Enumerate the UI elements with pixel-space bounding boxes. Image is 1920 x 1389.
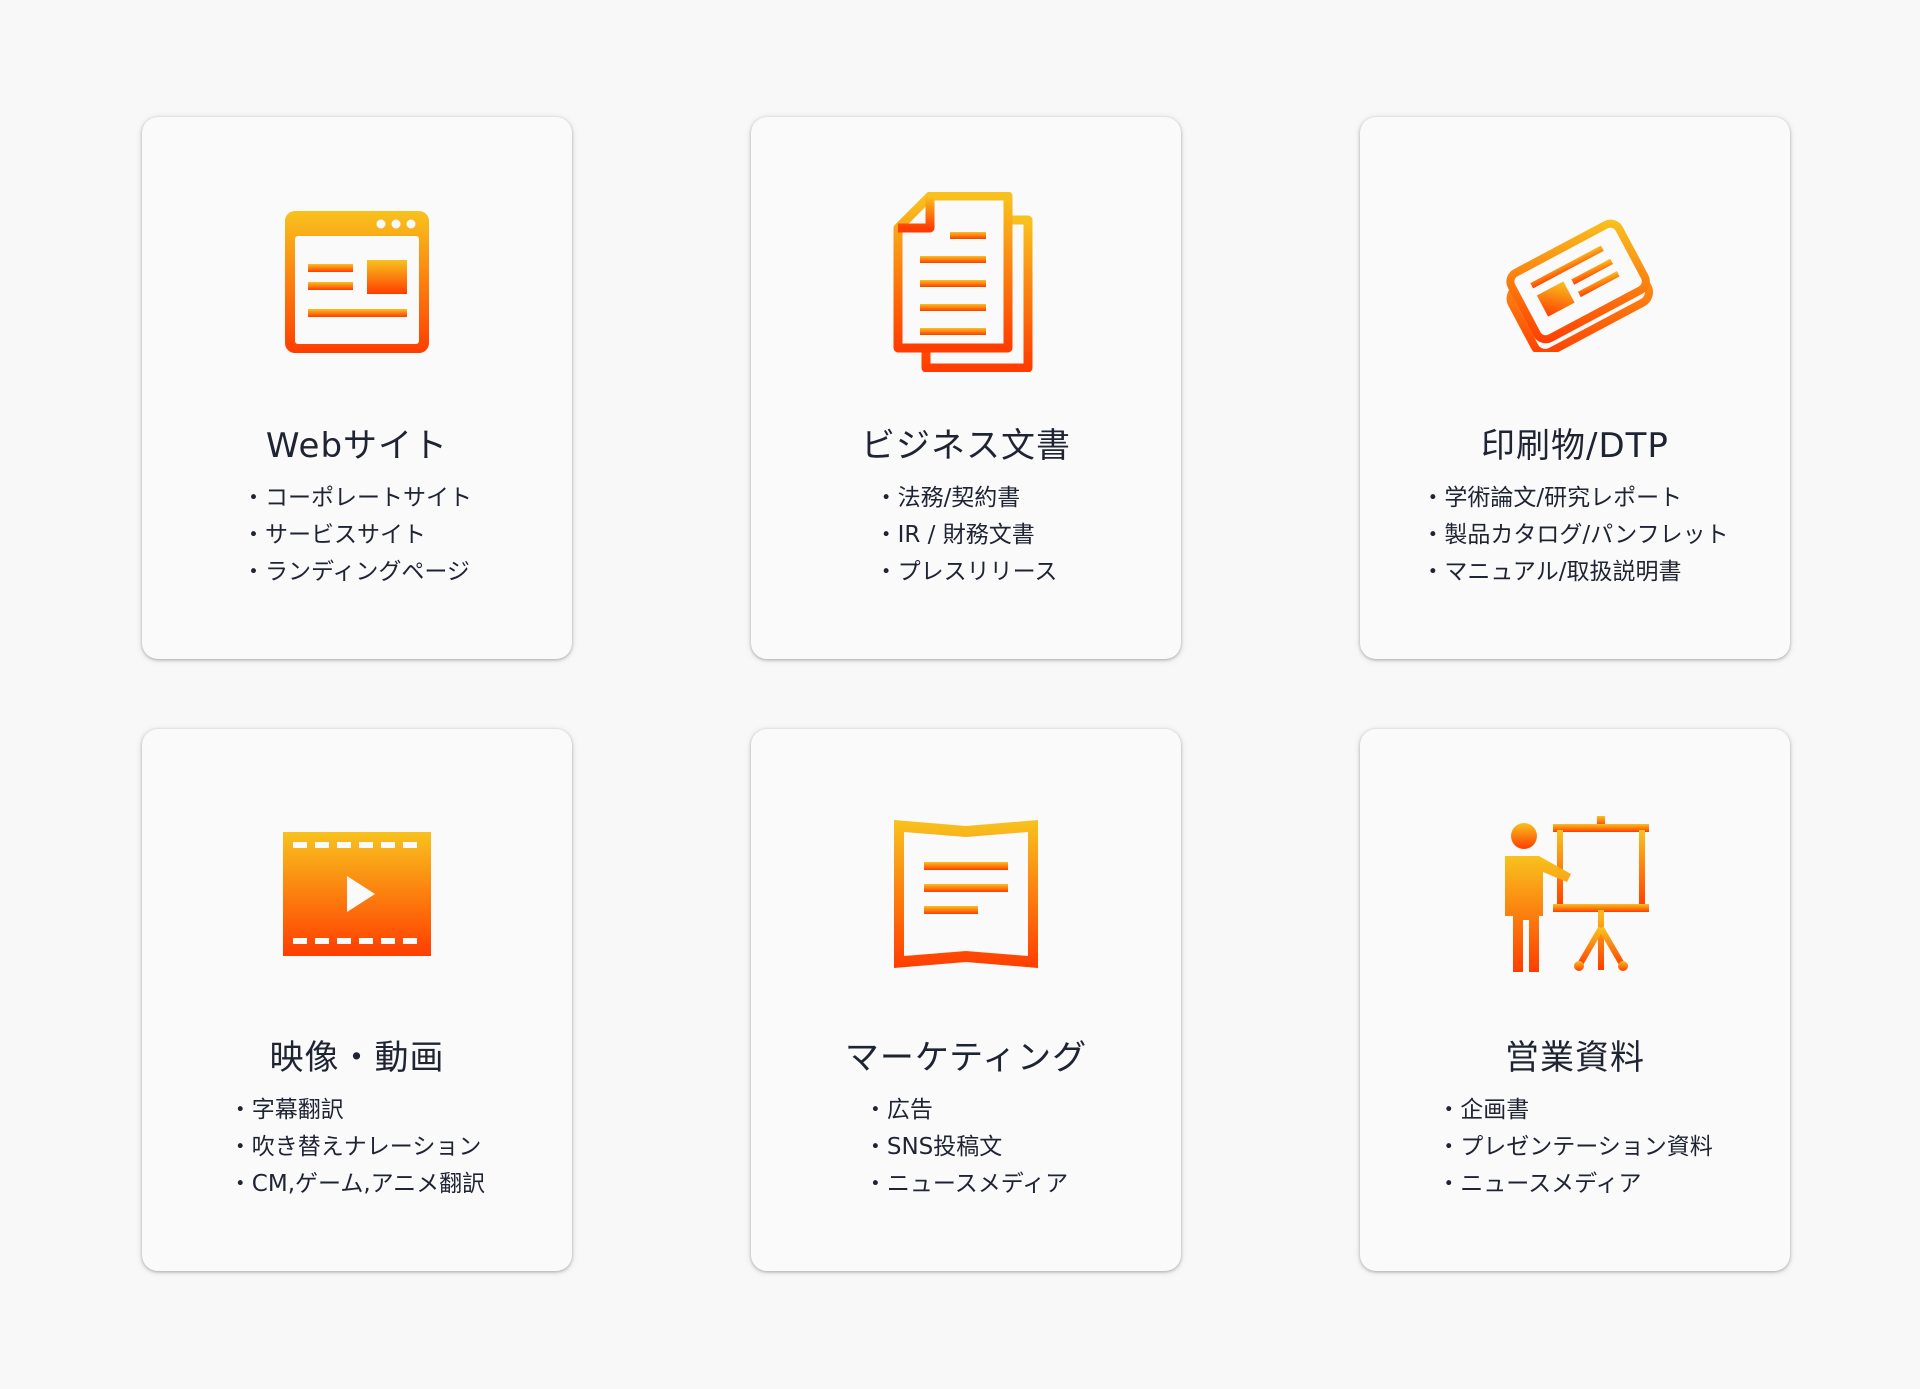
- web-browser-icon: [285, 211, 429, 353]
- video-film-icon: [283, 832, 431, 956]
- service-card-print-dtp[interactable]: 印刷物/DTP 学術論文/研究レポート 製品カタログ/パンフレット マニュアル/…: [1360, 117, 1790, 659]
- services-grid: Webサイト コーポレートサイト サービスサイト ランディングページ: [142, 117, 1790, 1271]
- list-item: ランディングページ: [242, 554, 472, 591]
- documents-icon: [893, 192, 1033, 372]
- list-item: コーポレートサイト: [242, 480, 472, 517]
- card-item-list: 企画書 プレゼンテーション資料 ニュースメディア: [1437, 1092, 1713, 1203]
- list-item: マニュアル/取扱説明書: [1421, 554, 1728, 591]
- card-title: 映像・動画: [269, 1038, 445, 1078]
- card-title: 営業資料: [1505, 1038, 1645, 1078]
- list-item: 法務/契約書: [875, 480, 1058, 517]
- card-item-list: 学術論文/研究レポート 製品カタログ/パンフレット マニュアル/取扱説明書: [1421, 480, 1728, 591]
- list-item: IR / 財務文書: [875, 517, 1058, 554]
- service-card-marketing[interactable]: マーケティング 広告 SNS投稿文 ニュースメディア: [751, 729, 1181, 1271]
- card-item-list: 広告 SNS投稿文 ニュースメディア: [864, 1092, 1068, 1203]
- list-item: 学術論文/研究レポート: [1421, 480, 1728, 517]
- list-item: ニュースメディア: [864, 1166, 1068, 1203]
- card-title: Webサイト: [265, 426, 449, 466]
- card-title: 印刷物/DTP: [1481, 426, 1669, 466]
- list-item: 企画書: [1437, 1092, 1713, 1129]
- card-item-list: 法務/契約書 IR / 財務文書 プレスリリース: [875, 480, 1058, 591]
- presentation-icon: [1505, 816, 1649, 972]
- list-item: プレスリリース: [875, 554, 1058, 591]
- card-title: ビジネス文書: [861, 426, 1071, 466]
- list-item: SNS投稿文: [864, 1129, 1068, 1166]
- list-item: 吹き替えナレーション: [229, 1129, 485, 1166]
- open-book-icon: [894, 820, 1038, 968]
- card-title: マーケティング: [844, 1038, 1088, 1078]
- card-item-list: コーポレートサイト サービスサイト ランディングページ: [242, 480, 472, 591]
- service-card-video[interactable]: 映像・動画 字幕翻訳 吹き替えナレーション CM,ゲーム,アニメ翻訳: [142, 729, 572, 1271]
- service-card-sales[interactable]: 営業資料 企画書 プレゼンテーション資料 ニュースメディア: [1360, 729, 1790, 1271]
- list-item: CM,ゲーム,アニメ翻訳: [229, 1166, 485, 1203]
- list-item: 広告: [864, 1092, 1068, 1129]
- service-card-business-docs[interactable]: ビジネス文書 法務/契約書 IR / 財務文書 プレスリリース: [751, 117, 1181, 659]
- list-item: サービスサイト: [242, 517, 472, 554]
- newspaper-icon: [1506, 219, 1653, 352]
- card-item-list: 字幕翻訳 吹き替えナレーション CM,ゲーム,アニメ翻訳: [229, 1092, 485, 1203]
- list-item: 字幕翻訳: [229, 1092, 485, 1129]
- list-item: 製品カタログ/パンフレット: [1421, 517, 1728, 554]
- list-item: ニュースメディア: [1437, 1166, 1713, 1203]
- service-card-web[interactable]: Webサイト コーポレートサイト サービスサイト ランディングページ: [142, 117, 572, 659]
- list-item: プレゼンテーション資料: [1437, 1129, 1713, 1166]
